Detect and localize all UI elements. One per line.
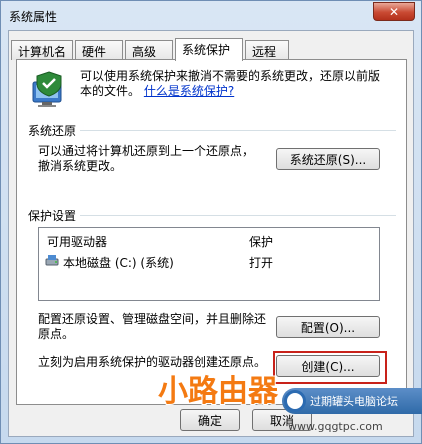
what-is-system-protection-link[interactable]: 什么是系统保护? (144, 84, 234, 98)
intro-line-2: 本的文件。 (80, 84, 141, 98)
window-title: 系统属性 (9, 10, 58, 24)
restore-description-line-1: 可以通过将计算机还原到上一个还原点， (38, 144, 255, 158)
tab-hardware[interactable]: 硬件 (75, 40, 123, 60)
protection-group-label: 保护设置 (28, 207, 81, 224)
watermark-brand: 小路由器 (157, 373, 279, 410)
tab-remote[interactable]: 远程 (245, 40, 289, 60)
intro-line-1: 可以使用系统保护来撤消不需要的系统更改，还原以前版 (80, 69, 381, 83)
restore-description-line-2: 撤消系统更改。 (38, 159, 123, 173)
configure-description: 配置还原设置、管理磁盘空间，并且删除还 原点。 (38, 312, 266, 342)
watermark-url: www.gqgtpc.com (288, 420, 383, 433)
ok-button[interactable]: 确定 (180, 409, 240, 431)
restore-group-label: 系统还原 (28, 122, 81, 139)
local-disk-icon (45, 255, 59, 266)
system-restore-button[interactable]: 系统还原(S)... (276, 148, 380, 170)
configure-description-line-1: 配置还原设置、管理磁盘空间，并且删除还 (38, 312, 267, 326)
watermark-logo-icon (284, 390, 306, 412)
configure-description-line-2: 原点。 (38, 327, 75, 341)
protection-group-divider (30, 215, 396, 216)
restore-group-divider (30, 130, 396, 131)
available-drives-list[interactable]: 可用驱动器 保护 本地磁盘 (C:) (系统) 打开 (38, 227, 380, 301)
drive-row-name[interactable]: 本地磁盘 (C:) (系统) (63, 254, 174, 271)
tab-system-protection[interactable]: 系统保护 (175, 38, 243, 61)
close-button[interactable]: ✕ (373, 2, 415, 21)
system-protection-icon (32, 71, 62, 107)
column-header-available-drives[interactable]: 可用驱动器 (47, 233, 107, 250)
create-button-highlight (273, 351, 387, 384)
drive-row-status[interactable]: 打开 (249, 254, 273, 271)
tab-computer-name[interactable]: 计算机名 (11, 40, 73, 60)
configure-button[interactable]: 配置(O)... (276, 316, 380, 338)
restore-description: 可以通过将计算机还原到上一个还原点， 撤消系统更改。 (38, 144, 254, 174)
tab-advanced[interactable]: 高级 (125, 40, 173, 60)
title-bar[interactable]: 系统属性 ✕ (1, 1, 421, 29)
intro-text: 可以使用系统保护来撤消不需要的系统更改，还原以前版 本的文件。 什么是系统保护? (80, 69, 398, 99)
column-header-protection[interactable]: 保护 (249, 233, 273, 250)
close-icon: ✕ (388, 4, 400, 19)
